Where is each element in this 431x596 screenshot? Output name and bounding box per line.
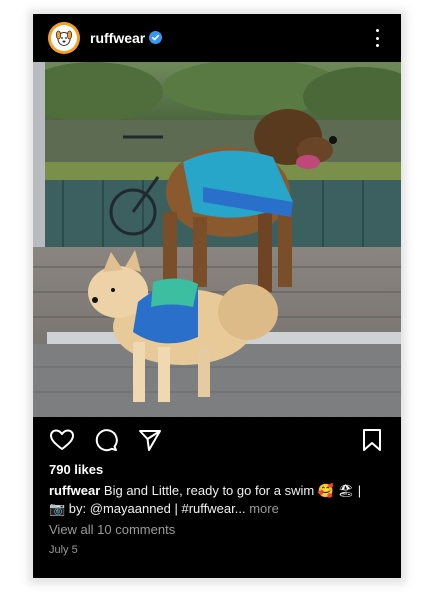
send-icon[interactable] [137, 427, 163, 453]
caption-username[interactable]: ruffwear [49, 483, 100, 498]
instagram-post: ruffwear 790 likes ruffwear Big and Litt… [33, 14, 401, 578]
post-header: ruffwear [33, 14, 401, 62]
caption-more-link[interactable]: more [249, 501, 279, 516]
post-date: July 5 [49, 544, 78, 556]
caption-text-line1: Big and Little, ready to go for a swim 🥰… [103, 483, 362, 498]
dog-logo-icon [51, 25, 77, 51]
heart-icon[interactable] [49, 427, 75, 453]
like-count[interactable]: 790 likes [49, 462, 103, 477]
more-vertical-icon[interactable] [369, 26, 385, 50]
comment-icon[interactable] [93, 427, 119, 453]
caption-text-line2: 📷 by: @mayaanned | #ruffwear [49, 501, 235, 516]
post-username[interactable]: ruffwear [90, 30, 145, 46]
caption-ellipsis: ... [234, 501, 246, 516]
view-comments-link[interactable]: View all 10 comments [49, 522, 175, 537]
avatar[interactable] [48, 22, 80, 54]
verified-badge-icon [149, 31, 162, 44]
post-caption: ruffwear Big and Little, ready to go for… [49, 482, 389, 518]
post-actions [33, 424, 401, 454]
bookmark-icon[interactable] [359, 427, 385, 453]
dogs-on-dock-photo [33, 62, 401, 417]
